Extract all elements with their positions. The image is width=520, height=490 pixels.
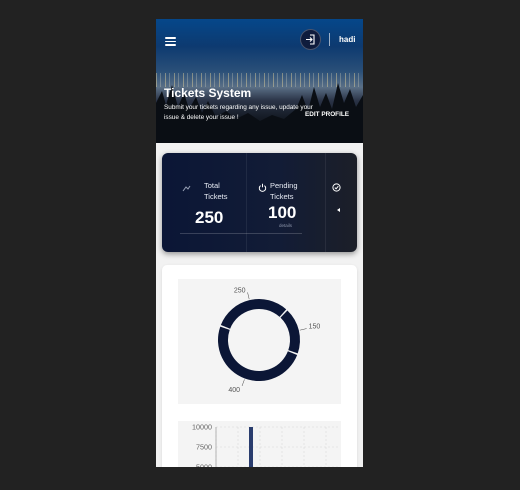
header-banner: hadi Tickets System Submit your tickets … — [156, 19, 363, 143]
user-name-link[interactable]: hadi — [339, 35, 355, 44]
donut-chart-panel: 250 150 400 — [178, 279, 341, 404]
bar-chart-panel: 10000 7500 5000 — [178, 421, 341, 467]
hamburger-menu-icon-bar — [165, 40, 176, 42]
total-tickets-value: 250 — [195, 208, 224, 227]
app-screen: hadi Tickets System Submit your tickets … — [156, 19, 363, 467]
pending-tickets-value: 100 — [268, 203, 297, 222]
page-subtitle: Submit your tickets regarding any issue,… — [164, 104, 313, 121]
donut-slice-label: 250 — [234, 287, 246, 294]
total-tickets-stat[interactable]: Total Tickets 250 — [162, 153, 246, 252]
donut-label-line — [241, 379, 245, 387]
edit-profile-button[interactable]: EDIT PROFILE — [305, 111, 349, 118]
donut-slice[interactable] — [280, 310, 300, 354]
donut-chart: 250 150 400 — [218, 287, 321, 394]
bar-chart: 10000 7500 5000 — [192, 423, 338, 468]
hamburger-menu-icon-bar — [165, 44, 176, 46]
donut-slice-label: 150 — [309, 324, 321, 331]
divider — [329, 33, 330, 46]
pending-tickets-label-2: Tickets — [270, 192, 294, 201]
stats-divider — [180, 233, 302, 234]
logout-button[interactable] — [300, 29, 321, 50]
menu-button[interactable] — [165, 37, 176, 46]
donut-slice[interactable] — [218, 326, 298, 381]
pending-tickets-label-1: Pending — [270, 181, 298, 190]
donut-slice-label: 400 — [228, 387, 240, 394]
y-tick-label: 7500 — [196, 443, 212, 452]
donut-label-line — [247, 292, 250, 300]
total-tickets-label-2: Tickets — [204, 192, 228, 201]
scroll-right-indicator[interactable] — [337, 208, 340, 212]
y-tick-label: 10000 — [192, 423, 212, 432]
hamburger-menu-icon — [165, 37, 176, 39]
total-tickets-label-1: Total — [204, 181, 220, 190]
charts-card: 250 150 400 10000 7500 5000 — [162, 265, 357, 467]
check-circle-icon — [332, 183, 341, 192]
pending-tickets-stat[interactable]: Pending Tickets 100 details — [246, 153, 326, 252]
bar[interactable] — [249, 427, 253, 467]
logout-icon — [306, 34, 315, 45]
donut-slice[interactable] — [220, 299, 287, 329]
page-title: Tickets System — [164, 86, 252, 100]
pending-details-link[interactable]: details — [279, 223, 292, 228]
power-icon — [258, 183, 267, 192]
y-tick-label: 5000 — [196, 463, 212, 468]
stats-card: Total Tickets 250 Pending Tickets 100 de… — [162, 153, 357, 252]
third-stat[interactable] — [324, 153, 357, 252]
donut-label-line — [299, 328, 307, 331]
tickets-icon — [182, 185, 191, 192]
